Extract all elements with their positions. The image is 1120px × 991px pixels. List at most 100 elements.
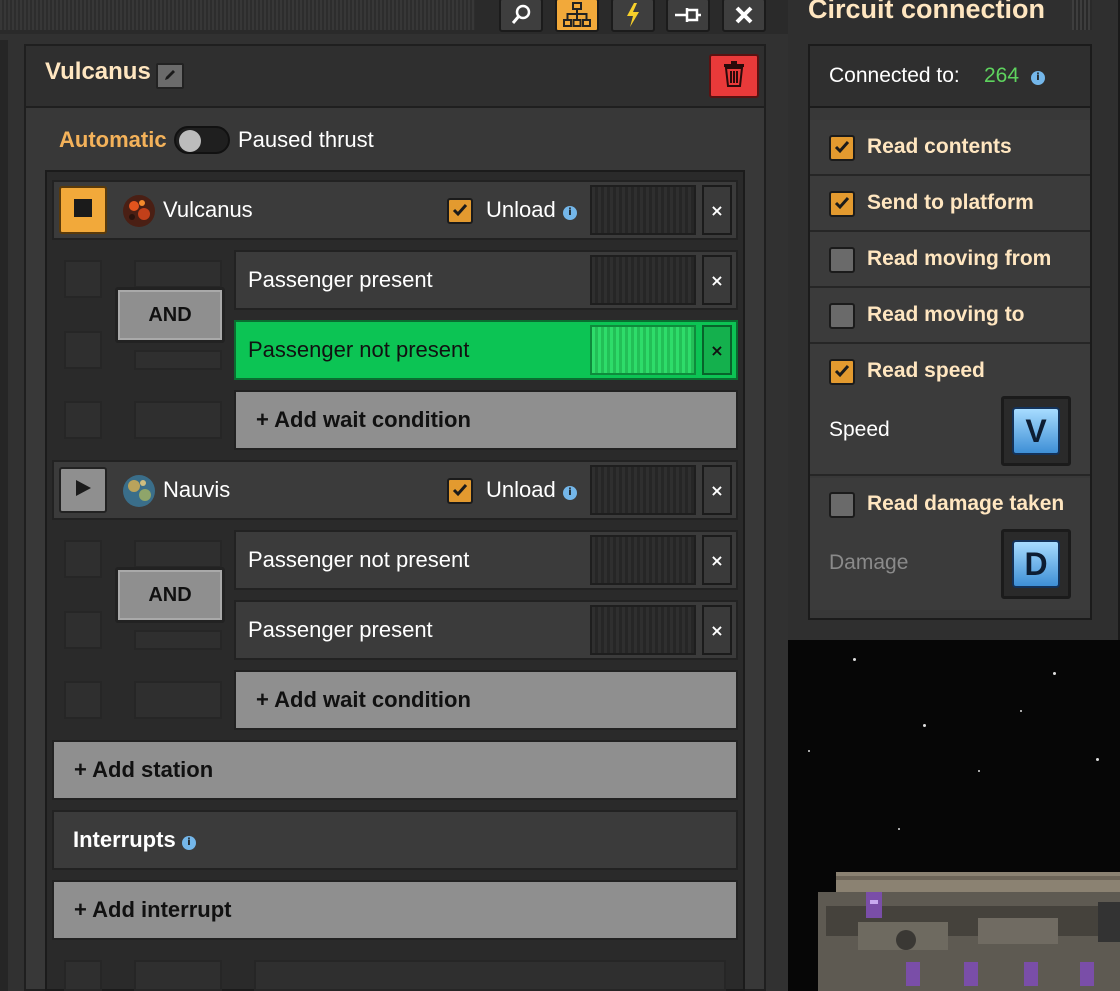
remove-station-button[interactable]: ×	[702, 465, 732, 515]
close-icon: ×	[710, 620, 724, 640]
empty-slot	[254, 960, 726, 991]
condition-slot	[590, 255, 696, 305]
add-wait-condition-label: + Add wait condition	[256, 407, 471, 432]
read-damage-taken-label: Read damage taken	[867, 492, 1065, 515]
empty-slot	[134, 630, 222, 650]
window-edge	[0, 40, 8, 991]
remove-condition-button[interactable]: ×	[702, 325, 732, 375]
close-icon	[734, 5, 754, 25]
empty-slot	[134, 401, 222, 439]
circuit-network-icon	[563, 2, 591, 28]
search-icon	[510, 4, 532, 26]
remove-station-button[interactable]: ×	[702, 185, 732, 235]
info-icon[interactable]: i	[563, 486, 577, 500]
search-button[interactable]	[499, 0, 543, 32]
empty-slot	[134, 681, 222, 719]
read-speed-label: Read speed	[867, 359, 985, 382]
empty-slot	[64, 681, 102, 719]
info-icon[interactable]: i	[1031, 71, 1045, 85]
station-name: Vulcanus	[163, 197, 253, 222]
close-icon: ×	[710, 200, 724, 220]
check-icon	[834, 363, 850, 382]
connected-label: Connected to:	[829, 64, 960, 87]
drag-grip[interactable]	[0, 0, 475, 30]
send-to-platform-checkbox[interactable]	[829, 191, 855, 217]
unload-checkbox[interactable]	[447, 478, 473, 504]
vulcanus-planet-icon	[122, 194, 156, 232]
remove-condition-button[interactable]: ×	[702, 605, 732, 655]
empty-slot	[64, 611, 102, 649]
close-icon: ×	[710, 480, 724, 500]
condition-label: Passenger not present	[248, 547, 470, 572]
send-to-platform-label: Send to platform	[867, 191, 1034, 214]
condition-label: Passenger present	[248, 267, 433, 292]
empty-slot	[64, 540, 102, 578]
delete-schedule-button[interactable]	[709, 54, 759, 98]
station-slot	[590, 465, 696, 515]
automatic-toggle[interactable]	[174, 126, 230, 154]
game-world-view[interactable]	[788, 640, 1120, 991]
go-to-station-button[interactable]	[59, 467, 107, 513]
lightning-icon	[625, 3, 641, 27]
trash-icon	[723, 61, 745, 91]
condition-label: Passenger not present	[248, 337, 470, 362]
unload-label: Unload	[486, 477, 556, 502]
speed-signal-icon: V	[1012, 407, 1060, 455]
damage-signal-button[interactable]: D	[1001, 529, 1071, 599]
remove-condition-button[interactable]: ×	[702, 535, 732, 585]
close-icon: ×	[710, 550, 724, 570]
read-moving-to-checkbox[interactable]	[829, 303, 855, 329]
read-contents-label: Read contents	[867, 135, 1012, 158]
pin-icon	[673, 6, 703, 24]
damage-signal-icon: D	[1012, 540, 1060, 588]
add-station-label: + Add station	[74, 757, 214, 782]
empty-slot	[64, 331, 102, 369]
connected-network-id: 264	[984, 64, 1020, 87]
condition-slot	[590, 325, 696, 375]
check-icon	[452, 202, 468, 221]
power-button[interactable]	[611, 0, 655, 32]
empty-slot	[64, 260, 102, 298]
read-damage-taken-checkbox[interactable]	[829, 492, 855, 518]
info-icon[interactable]: i	[563, 206, 577, 220]
station-name: Nauvis	[163, 477, 231, 502]
unload-checkbox[interactable]	[447, 198, 473, 224]
platform-title: Vulcanus	[45, 58, 151, 85]
condition-slot	[590, 605, 696, 655]
rename-button[interactable]	[156, 63, 184, 89]
check-icon	[452, 482, 468, 501]
add-interrupt-label: + Add interrupt	[74, 897, 232, 922]
add-wait-condition-label: + Add wait condition	[256, 687, 471, 712]
play-icon	[74, 479, 92, 501]
check-icon	[834, 195, 850, 214]
unload-label: Unload	[486, 197, 556, 222]
empty-slot	[134, 350, 222, 370]
speed-label: Speed	[829, 418, 890, 441]
read-moving-to-label: Read moving to	[867, 303, 1025, 326]
stop-station-button[interactable]	[59, 186, 107, 234]
close-window-button[interactable]	[722, 0, 766, 32]
station-slot	[590, 185, 696, 235]
close-icon: ×	[710, 340, 724, 360]
logic-and-button[interactable]: AND	[115, 287, 225, 343]
logic-and-button[interactable]: AND	[115, 567, 225, 623]
network-button[interactable]	[555, 0, 599, 32]
stop-icon	[74, 199, 92, 221]
empty-slot	[134, 260, 222, 288]
empty-slot	[64, 401, 102, 439]
empty-slot	[134, 960, 222, 991]
pin-button[interactable]	[666, 0, 710, 32]
drag-grip[interactable]	[1072, 0, 1092, 30]
interrupts-label: Interrupts	[73, 827, 176, 852]
damage-label: Damage	[829, 551, 909, 574]
read-contents-checkbox[interactable]	[829, 135, 855, 161]
read-moving-from-checkbox[interactable]	[829, 247, 855, 273]
speed-signal-button[interactable]: V	[1001, 396, 1071, 466]
check-icon	[834, 139, 850, 158]
empty-slot	[64, 960, 102, 991]
info-icon[interactable]: i	[182, 836, 196, 850]
condition-slot	[590, 535, 696, 585]
remove-condition-button[interactable]: ×	[702, 255, 732, 305]
read-speed-checkbox[interactable]	[829, 359, 855, 385]
space-platform-sprite[interactable]	[818, 862, 1120, 991]
